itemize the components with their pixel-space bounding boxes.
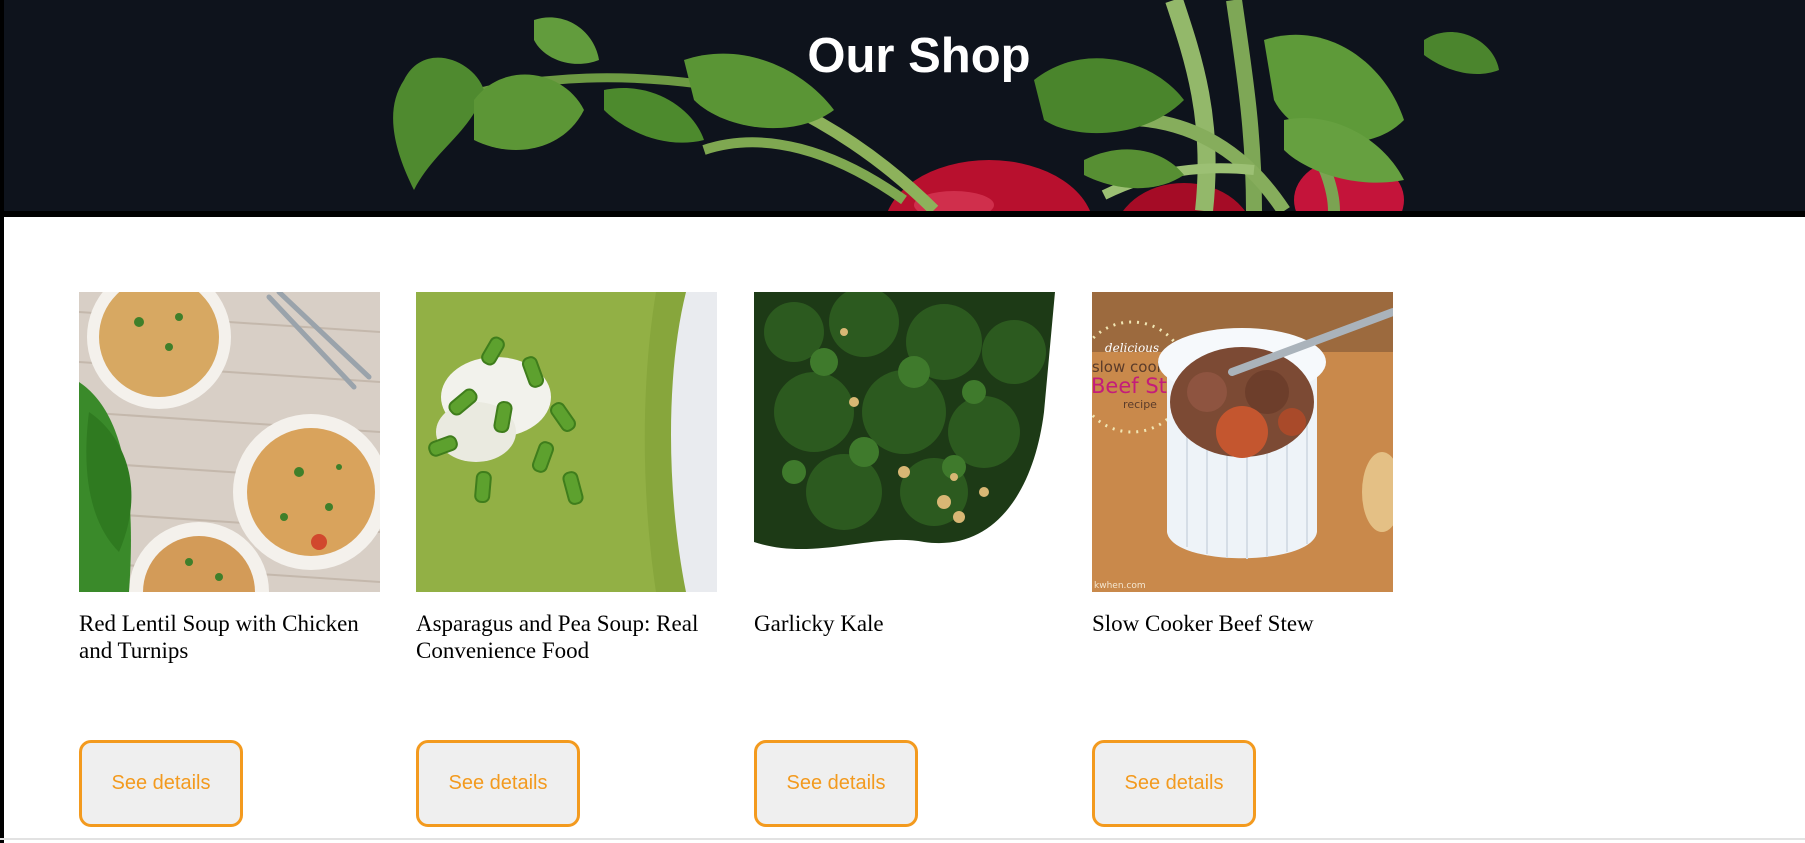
product-image-red-lentil-soup[interactable] [79,292,380,592]
see-details-button[interactable]: See details [1092,740,1256,827]
product-card: delicious slow cooker Beef Stew recipe k… [1092,292,1393,832]
beef-stew-image-text-recipe: recipe [1123,398,1157,411]
product-card: Red Lentil Soup with Chicken and Turnips… [79,292,380,832]
page-title: Our Shop [807,29,1031,83]
product-title[interactable]: Asparagus and Pea Soup: Real Convenience… [416,610,717,664]
product-card: Garlicky Kale See details [754,292,1055,832]
see-details-button[interactable]: See details [416,740,580,827]
product-image-garlicky-kale[interactable] [754,292,1055,592]
see-details-button[interactable]: See details [79,740,243,827]
hero-divider [4,211,1805,217]
product-title[interactable]: Garlicky Kale [754,610,1055,637]
beef-stew-image-credit: kwhen.com [1094,581,1146,591]
bottom-divider [0,838,1805,840]
product-grid: Red Lentil Soup with Chicken and Turnips… [79,292,1489,832]
see-details-button[interactable]: See details [754,740,918,827]
product-image-asparagus-pea-soup[interactable] [416,292,717,592]
product-title[interactable]: Slow Cooker Beef Stew [1092,610,1393,637]
hero-banner: Our Shop [4,0,1805,211]
shop-page: Our Shop Red Lentil Soup with Chicken an… [0,0,1805,843]
product-card: Asparagus and Pea Soup: Real Convenience… [416,292,717,832]
product-title[interactable]: Red Lentil Soup with Chicken and Turnips [79,610,380,664]
beef-stew-image-text-delicious: delicious [1105,341,1159,355]
product-image-beef-stew[interactable]: delicious slow cooker Beef Stew recipe k… [1092,292,1393,592]
